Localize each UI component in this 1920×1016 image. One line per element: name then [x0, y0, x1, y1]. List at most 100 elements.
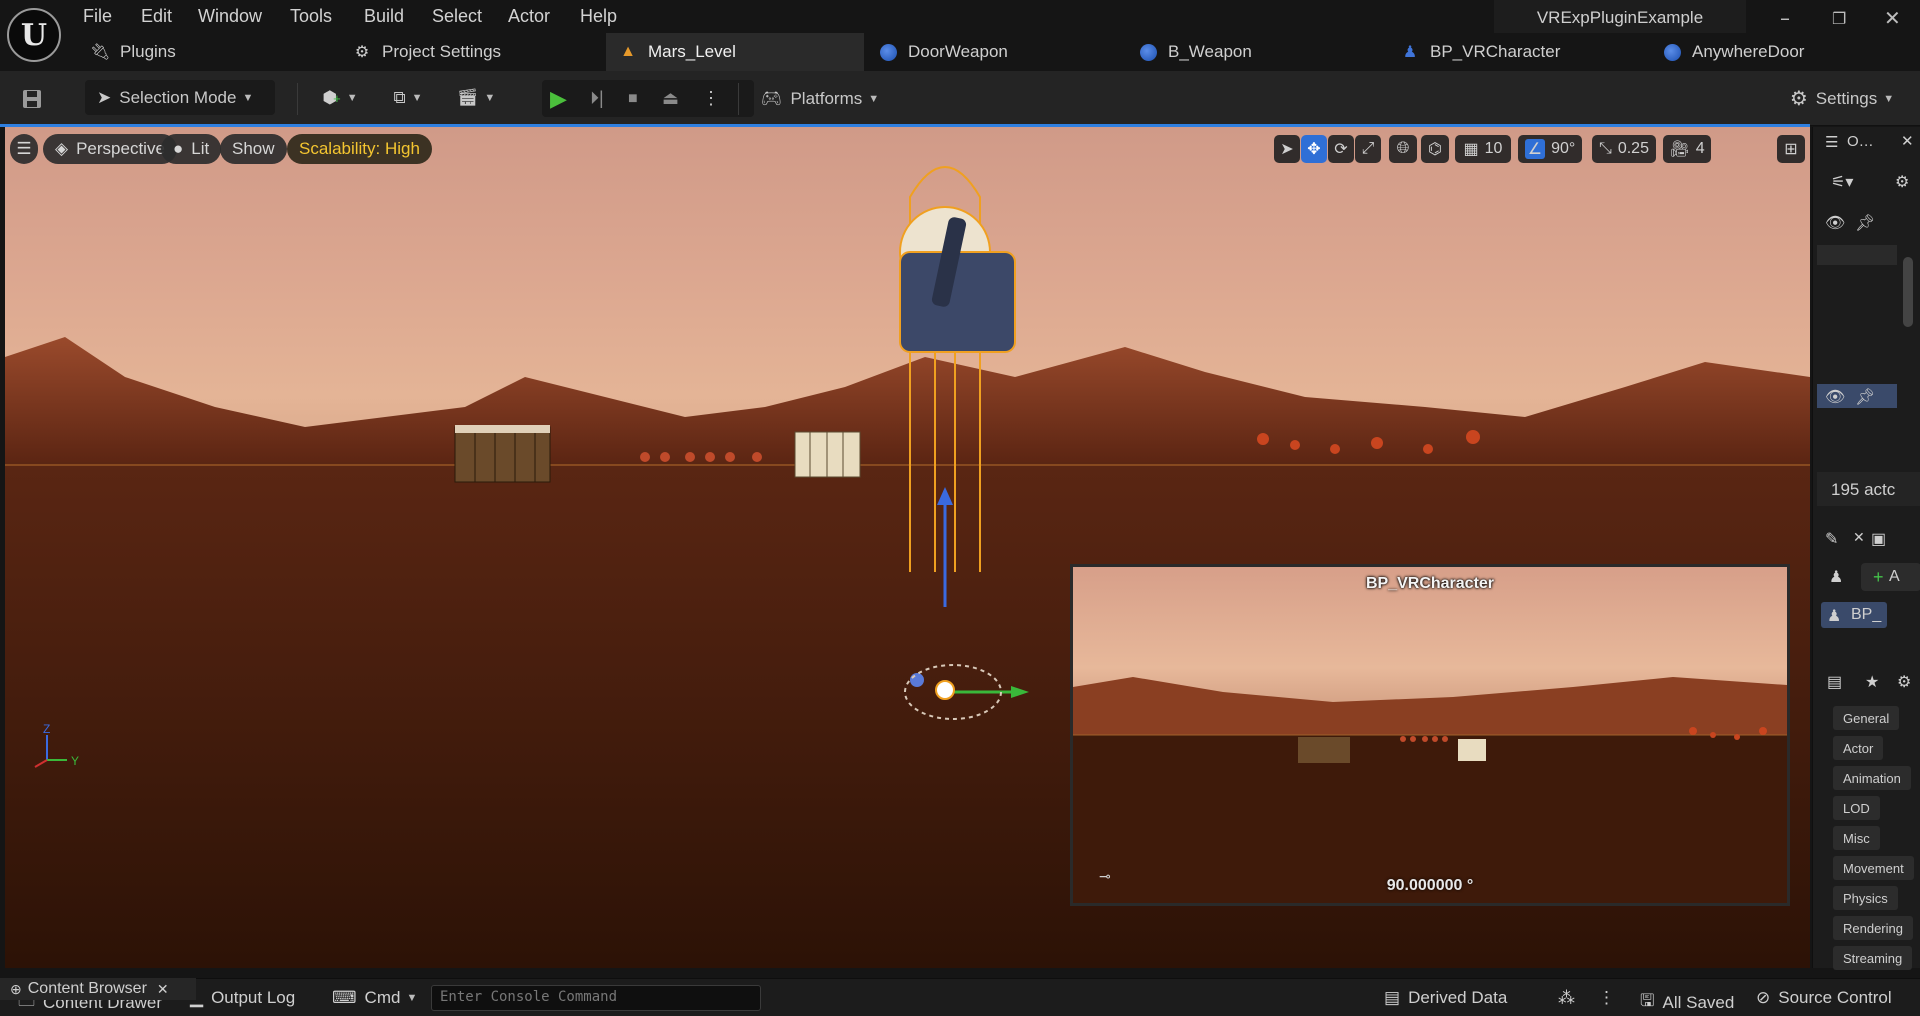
translate-tool-icon[interactable]: ✥	[1301, 135, 1327, 163]
scrollbar-thumb[interactable]	[1903, 257, 1913, 327]
advance-frame-icon[interactable]: ⏵|	[590, 88, 604, 109]
selection-mode-dropdown[interactable]: ➤ Selection Mode ▼	[85, 80, 275, 115]
derived-data-button[interactable]: ▤ Derived Data	[1384, 988, 1507, 1008]
more-icon[interactable]: ⋮	[1598, 988, 1615, 1008]
category-lod[interactable]: LOD	[1833, 796, 1880, 820]
property-matrix-icon[interactable]: ▤	[1827, 672, 1842, 692]
save-icon[interactable]	[18, 85, 46, 113]
scalability-warning[interactable]: Scalability: High	[287, 134, 432, 164]
add-component-button[interactable]: + A	[1861, 563, 1920, 591]
level-viewport[interactable]: Text Z Y ☰ ◈ Perspective ● Lit	[5, 127, 1810, 968]
pin-icon[interactable]: 📌︎	[1855, 213, 1875, 233]
more-options-icon[interactable]: ⋮	[702, 88, 720, 109]
plugin-icon: 🔌︎	[89, 44, 111, 61]
tab-b-weapon[interactable]: B_Weapon	[1138, 33, 1378, 71]
grid-snap-value: 10	[1484, 140, 1503, 157]
view-mode-button[interactable]: ● Lit	[161, 134, 222, 164]
rotation-snap-button[interactable]: ∠ 90°	[1518, 135, 1582, 163]
tab-project-settings[interactable]: ⚙ Project Settings	[352, 33, 602, 71]
barrel-group-white[interactable]	[794, 431, 861, 478]
filter-icon[interactable]: ⚟▾	[1831, 172, 1853, 192]
menu-tools[interactable]: Tools	[290, 6, 332, 27]
surface-snap-icon[interactable]: ⌬	[1421, 135, 1449, 163]
menu-select[interactable]: Select	[432, 6, 482, 27]
category-general[interactable]: General	[1833, 706, 1900, 730]
all-saved-button[interactable]: 🖫 All Saved	[1640, 988, 1734, 1016]
source-control-label: Source Control	[1778, 988, 1892, 1007]
add-label: A	[1889, 568, 1900, 585]
close-icon[interactable]: ✕	[157, 981, 169, 998]
category-misc[interactable]: Misc	[1833, 826, 1880, 850]
outliner-selected-row[interactable]: 👁︎ 📌︎	[1817, 384, 1897, 408]
category-streaming[interactable]: Streaming	[1833, 946, 1913, 970]
minimize-icon[interactable]: –	[1780, 6, 1790, 30]
component-root-row[interactable]: ♟ BP_	[1821, 602, 1887, 628]
output-log-button[interactable]: ▁ Output Log	[190, 988, 295, 1008]
camera-icon: 🎥︎	[1669, 141, 1690, 158]
visibility-icon[interactable]: 👁︎	[1825, 387, 1845, 407]
close-icon[interactable]: ✕	[1853, 529, 1865, 546]
blueprint-mode-button[interactable]: ⧉ ▼	[382, 83, 434, 113]
category-movement[interactable]: Movement	[1833, 856, 1914, 880]
show-flags-button[interactable]: Show	[220, 134, 287, 164]
menu-file[interactable]: File	[83, 6, 112, 27]
favorite-star-icon[interactable]: ★	[1865, 672, 1879, 692]
menu-help[interactable]: Help	[580, 6, 617, 27]
play-icon[interactable]: ▶	[550, 86, 567, 112]
menu-actor[interactable]: Actor	[508, 6, 550, 27]
world-space-icon[interactable]: 🌐︎	[1389, 135, 1417, 163]
platforms-dropdown[interactable]: 🎮︎ Platforms ▼	[752, 81, 888, 116]
stop-icon[interactable]: ■	[628, 90, 638, 108]
character-icon: ♟	[1827, 608, 1842, 625]
eject-icon[interactable]: ⏏	[662, 88, 679, 109]
cmd-dropdown[interactable]: ⌨ Cmd ▼	[332, 988, 417, 1008]
camera-speed-button[interactable]: 🎥︎ 4	[1663, 135, 1711, 163]
cinematics-button[interactable]: 🎬︎ ▼	[450, 83, 502, 113]
category-rendering[interactable]: Rendering	[1833, 916, 1913, 940]
visibility-icon[interactable]: 👁︎	[1825, 213, 1845, 233]
settings-icon[interactable]: ⚙	[1897, 672, 1911, 692]
outliner-tab-icon[interactable]: ☰	[1825, 133, 1838, 151]
console-command-input[interactable]: Enter Console Command	[431, 985, 761, 1011]
select-tool-icon[interactable]: ➤	[1274, 135, 1300, 163]
hamburger-icon: ☰	[16, 139, 32, 158]
close-icon[interactable]: ✕	[1901, 132, 1914, 150]
rotate-tool-icon[interactable]: ⟳	[1328, 135, 1354, 163]
camera-preview: BP_VRCharacter ⊸ 90.000000 °	[1070, 564, 1790, 906]
tab-bp-vrcharacter[interactable]: ♟ BP_VRCharacter	[1400, 33, 1650, 71]
pin-icon[interactable]: 📌︎	[1855, 387, 1875, 407]
close-icon[interactable]: ✕	[1884, 6, 1901, 30]
menu-edit[interactable]: Edit	[141, 6, 172, 27]
settings-dropdown[interactable]: ⚙ Settings ▼	[1780, 81, 1904, 116]
category-physics[interactable]: Physics	[1833, 886, 1898, 910]
unreal-logo-icon[interactable]: U	[7, 8, 61, 62]
tab-doorweapon[interactable]: DoorWeapon	[878, 33, 1118, 71]
outliner-tab-label[interactable]: O…	[1847, 133, 1874, 150]
menu-window[interactable]: Window	[198, 6, 262, 27]
trace-icon[interactable]: ⁂	[1558, 988, 1575, 1008]
content-browser-tab[interactable]: ⊕ Content Browser ✕	[0, 978, 196, 1000]
layout-icon[interactable]: ⊞	[1777, 135, 1805, 163]
category-actor[interactable]: Actor	[1833, 736, 1884, 760]
restore-icon[interactable]: ❐	[1832, 9, 1846, 28]
tab-mars-level[interactable]: ▲ Mars_Level	[606, 33, 864, 71]
outliner-search-box[interactable]	[1817, 245, 1897, 265]
source-control-button[interactable]: ⊘ Source Control	[1756, 988, 1892, 1008]
scale-snap-button[interactable]: ⤡ 0.25	[1592, 135, 1656, 163]
details-tab-icon[interactable]: ✎	[1825, 529, 1838, 549]
category-animation[interactable]: Animation	[1833, 766, 1911, 790]
preview-angle-readout: 90.000000 °	[1386, 877, 1474, 894]
perspective-button[interactable]: ◈ Perspective	[43, 134, 177, 164]
viewport-options-menu[interactable]: ☰	[10, 134, 38, 164]
grid-snap-button[interactable]: ▦ 10	[1455, 135, 1511, 163]
settings-icon[interactable]: ⚙	[1895, 172, 1909, 192]
barrel-group-left[interactable]	[454, 425, 551, 483]
add-actor-button[interactable]: ⬢ + ▼	[316, 83, 364, 113]
scale-tool-icon[interactable]: ⤢	[1355, 135, 1381, 163]
menu-build[interactable]: Build	[364, 6, 404, 27]
panel-layout-icon[interactable]: ▣	[1871, 529, 1886, 549]
tab-anywheredoor[interactable]: AnywhereDoor	[1662, 33, 1912, 71]
tab-plugins[interactable]: 🔌︎ Plugins	[90, 33, 340, 71]
blueprint-graph-icon: ⧉	[393, 88, 406, 107]
perspective-label: Perspective	[76, 139, 165, 158]
